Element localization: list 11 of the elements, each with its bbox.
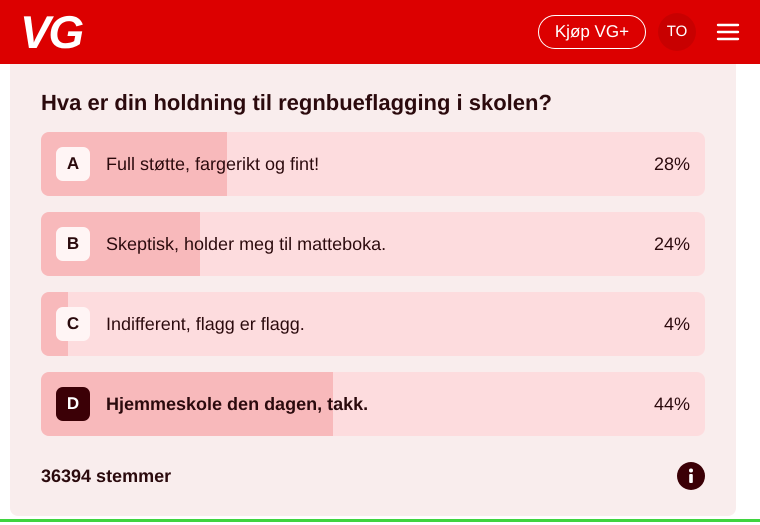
menu-icon[interactable] (716, 22, 740, 42)
vote-count: 36394 stemmer (41, 464, 172, 488)
poll-option[interactable]: C Indifferent, flagg er flagg. 4% (41, 292, 705, 356)
poll-option[interactable]: B Skeptisk, holder meg til matteboka. 24% (41, 212, 705, 276)
poll-question: Hva er din holdning til regnbueflagging i skolen? (41, 88, 553, 117)
poll-option[interactable]: A Full støtte, fargerikt og fint! 28% (41, 132, 705, 196)
poll-option[interactable]: D Hjemmeskole den dagen, takk. 44% (41, 372, 705, 436)
info-icon[interactable] (677, 462, 705, 490)
logo[interactable]: VG (20, 9, 82, 55)
buy-button[interactable]: Kjøp VG+ (538, 15, 646, 49)
avatar[interactable]: TO (658, 13, 696, 51)
